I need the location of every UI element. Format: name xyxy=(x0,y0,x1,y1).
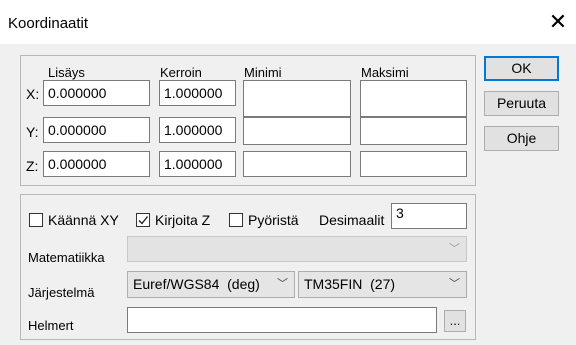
cancel-button[interactable]: Peruuta xyxy=(484,91,559,116)
system-label: Järjestelmä xyxy=(28,285,95,300)
swap-xy-box xyxy=(29,213,43,227)
offset-y-input[interactable]: 0.000000 xyxy=(43,117,150,143)
helmert-input[interactable] xyxy=(127,307,437,333)
chevron-down-icon: ﹀ xyxy=(449,278,460,290)
datum-value: Euref/WGS84 (deg) xyxy=(133,276,260,292)
math-select: ﹀ xyxy=(127,236,467,262)
header-offset: Lisäys xyxy=(48,65,85,80)
axis-label-z: Z: xyxy=(26,158,39,174)
min-y-input[interactable] xyxy=(243,117,351,145)
max-x-input[interactable] xyxy=(360,80,467,117)
decimals-label: Desimaalit xyxy=(319,212,385,228)
round-label: Pyöristä xyxy=(248,212,299,228)
write-z-box xyxy=(136,213,150,227)
min-x-input[interactable] xyxy=(243,80,351,117)
axis-label-x: X: xyxy=(26,86,40,102)
max-y-input[interactable] xyxy=(360,117,467,145)
ok-button[interactable]: OK xyxy=(484,56,559,81)
swap-xy-label: Käännä XY xyxy=(48,212,119,228)
write-z-label: Kirjoita Z xyxy=(155,212,211,228)
header-max: Maksimi xyxy=(361,65,409,80)
offset-z-input[interactable]: 0.000000 xyxy=(43,151,150,177)
help-button[interactable]: Ohje xyxy=(484,126,559,151)
dialog-title: Koordinaatit xyxy=(8,15,89,32)
title-bar: Koordinaatit ✕ xyxy=(0,0,576,44)
factor-x-input[interactable]: 1.000000 xyxy=(159,80,236,106)
round-checkbox[interactable]: Pyöristä xyxy=(229,211,309,229)
projection-select[interactable]: TM35FIN (27) ﹀ xyxy=(298,271,467,298)
header-min: Minimi xyxy=(244,65,282,80)
chevron-down-icon: ﹀ xyxy=(277,278,288,290)
decimals-input[interactable]: 3 xyxy=(391,203,467,229)
swap-xy-checkbox[interactable]: Käännä XY xyxy=(29,211,149,229)
max-z-input[interactable] xyxy=(360,151,467,177)
helmert-label: Helmert xyxy=(28,318,74,333)
factor-y-input[interactable]: 1.000000 xyxy=(159,117,236,143)
header-factor: Kerroin xyxy=(160,65,202,80)
check-icon xyxy=(138,216,149,225)
write-z-checkbox[interactable]: Kirjoita Z xyxy=(136,211,236,229)
axis-label-y: Y: xyxy=(26,124,39,140)
offset-x-input[interactable]: 0.000000 xyxy=(43,80,150,106)
math-label: Matematiikka xyxy=(28,250,105,265)
chevron-down-icon: ﹀ xyxy=(449,243,460,255)
min-z-input[interactable] xyxy=(243,151,351,177)
round-box xyxy=(229,213,243,227)
projection-value: TM35FIN (27) xyxy=(304,276,396,292)
datum-select[interactable]: Euref/WGS84 (deg) ﹀ xyxy=(127,271,295,298)
factor-z-input[interactable]: 1.000000 xyxy=(159,151,236,177)
browse-button[interactable]: ... xyxy=(444,310,466,332)
close-icon[interactable]: ✕ xyxy=(545,9,571,35)
